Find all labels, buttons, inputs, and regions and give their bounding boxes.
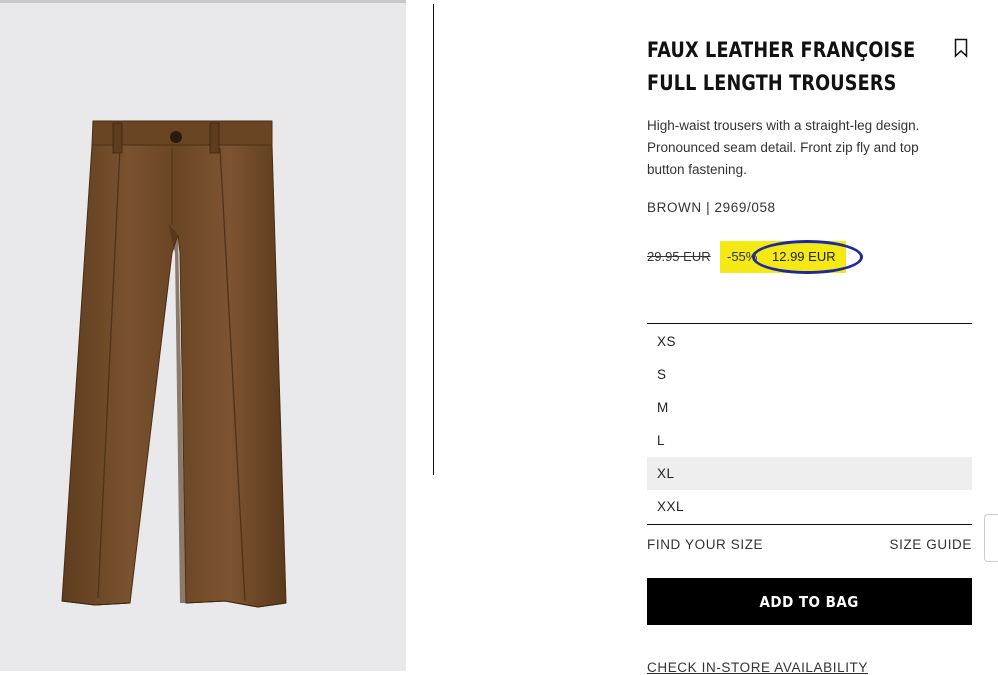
old-price: 29.95 EUR bbox=[647, 249, 711, 264]
check-in-store-link[interactable]: CHECK IN-STORE AVAILABILITY bbox=[647, 660, 868, 675]
bookmark-icon[interactable] bbox=[953, 38, 969, 58]
size-selector: XS S M L XL XXL bbox=[647, 323, 972, 525]
product-description: High-waist trousers with a straight-leg … bbox=[647, 118, 920, 177]
product-title: FAUX LEATHER FRANÇOISE FULL LENGTH TROUS… bbox=[647, 34, 916, 100]
size-option-xs[interactable]: XS bbox=[647, 325, 972, 358]
sale-price-badge: -55% 12.99 EUR bbox=[720, 241, 846, 273]
sale-price: 12.99 EUR bbox=[772, 249, 836, 264]
trousers-illustration bbox=[61, 120, 287, 608]
size-option-s[interactable]: S bbox=[647, 358, 972, 391]
find-your-size-link[interactable]: FIND YOUR SIZE bbox=[647, 537, 763, 552]
color-reference: BROWN | 2969/058 bbox=[647, 200, 776, 215]
product-image[interactable] bbox=[0, 0, 406, 671]
size-option-m[interactable]: M bbox=[647, 391, 972, 424]
size-option-xl[interactable]: XL bbox=[647, 457, 972, 490]
discount-percent: -55% bbox=[727, 249, 758, 264]
product-title-line-2: FULL LENGTH TROUSERS bbox=[647, 71, 897, 95]
product-title-line-1: FAUX LEATHER FRANÇOISE bbox=[647, 38, 916, 62]
side-panel-tab[interactable] bbox=[984, 514, 998, 562]
add-to-bag-label: ADD TO BAG bbox=[759, 592, 860, 611]
size-option-l[interactable]: L bbox=[647, 424, 972, 457]
add-to-bag-button[interactable]: ADD TO BAG bbox=[647, 578, 972, 625]
size-option-xxl[interactable]: XXL bbox=[647, 490, 972, 523]
size-guide-link[interactable]: SIZE GUIDE bbox=[889, 537, 972, 552]
vertical-divider bbox=[433, 4, 434, 475]
